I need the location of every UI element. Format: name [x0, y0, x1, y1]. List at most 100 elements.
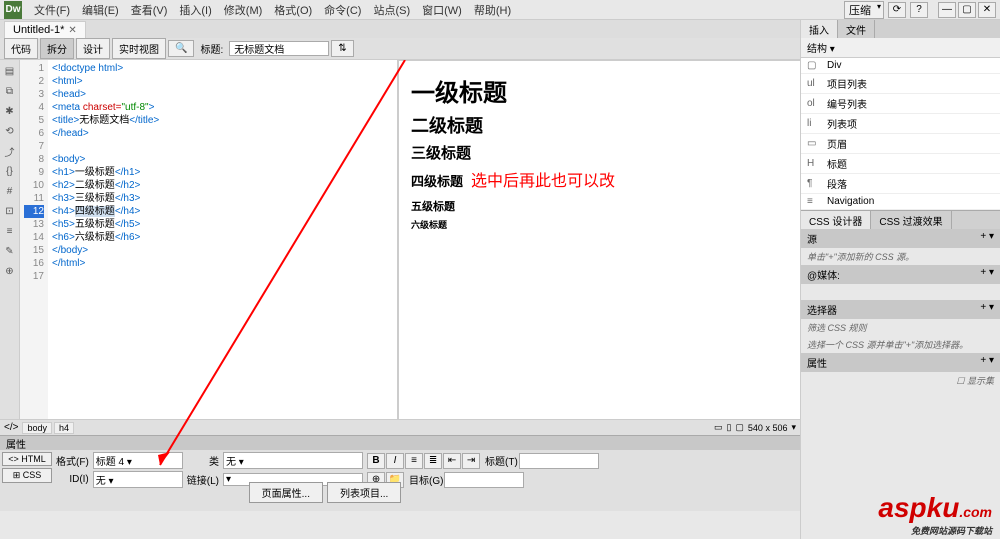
- insert-item[interactable]: li列表项: [801, 114, 1000, 134]
- format-select[interactable]: 标题 4 ▾: [93, 452, 183, 469]
- selector-hint: 选择一个 CSS 源并单击"+"添加选择器。: [801, 336, 1000, 353]
- document-tab[interactable]: Untitled-1* ✕: [4, 21, 86, 38]
- italic-button[interactable]: I: [386, 453, 404, 469]
- layout-dropdown[interactable]: 压缩: [844, 1, 884, 19]
- device-icon[interactable]: ▭: [714, 422, 723, 433]
- outdent-button[interactable]: ⇤: [443, 453, 461, 469]
- ul-button[interactable]: ≡: [405, 453, 423, 469]
- tool-icon[interactable]: ⊕: [3, 264, 17, 278]
- help-icon[interactable]: ?: [910, 2, 928, 18]
- chevron-down-icon[interactable]: ▾: [791, 422, 796, 433]
- watermark-logo: aspku.com 免费网站源码下载站: [878, 492, 992, 537]
- props-css-button[interactable]: ⊞ CSS: [2, 468, 52, 483]
- insert-item-icon: li: [807, 118, 821, 129]
- title-field-input[interactable]: [519, 453, 599, 469]
- menu-item[interactable]: 命令(C): [318, 5, 367, 17]
- menu-item[interactable]: 文件(F): [28, 5, 76, 17]
- add-prop-icon[interactable]: + ▾: [980, 355, 994, 370]
- bold-button[interactable]: B: [367, 453, 385, 469]
- insert-item[interactable]: ¶段落: [801, 174, 1000, 194]
- css-designer-tab[interactable]: CSS 设计器: [801, 211, 871, 229]
- tool-icon[interactable]: #: [3, 184, 17, 198]
- sync-icon[interactable]: ⟳: [888, 2, 906, 18]
- menu-item[interactable]: 格式(O): [268, 5, 318, 17]
- show-set-checkbox[interactable]: ☐ 显示集: [956, 376, 994, 386]
- selector-filter[interactable]: 筛选 CSS 规则: [801, 319, 1000, 336]
- view-split-button[interactable]: 拆分: [40, 38, 74, 59]
- inspect-icon[interactable]: 🔍: [168, 40, 194, 57]
- tag-selector-icon[interactable]: </>: [4, 422, 18, 433]
- tool-icon[interactable]: ✱: [3, 104, 17, 118]
- properties-header: 属性: [0, 436, 800, 450]
- insert-item-icon: ▢: [807, 60, 821, 71]
- properties-panel: 属性 <> HTML ⊞ CSS 格式(F) 标题 4 ▾ 类 无 ▾ B I …: [0, 435, 800, 511]
- insert-item-label: 段落: [827, 176, 847, 191]
- css-transitions-tab[interactable]: CSS 过渡效果: [871, 211, 951, 229]
- menu-item[interactable]: 窗口(W): [416, 5, 468, 17]
- options-icon[interactable]: ⇅: [331, 40, 353, 57]
- view-code-button[interactable]: 代码: [4, 38, 38, 59]
- maximize-button[interactable]: ▢: [958, 2, 976, 18]
- insert-item-icon: ≡: [807, 196, 821, 207]
- tool-icon[interactable]: ⧉: [3, 84, 17, 98]
- format-label: 格式(F): [56, 453, 89, 468]
- menu-item[interactable]: 帮助(H): [468, 5, 517, 17]
- insert-item[interactable]: ▭页眉: [801, 134, 1000, 154]
- insert-item-label: 编号列表: [827, 96, 867, 111]
- document-tab-label: Untitled-1*: [13, 24, 64, 36]
- view-live-button[interactable]: 实时视图: [112, 38, 166, 59]
- viewport-size: 540 x 506: [748, 423, 788, 433]
- files-panel-tab[interactable]: 文件: [838, 20, 875, 38]
- add-selector-icon[interactable]: + ▾: [980, 302, 994, 317]
- insert-item[interactable]: ▢ Div: [801, 58, 1000, 74]
- indent-button[interactable]: ⇥: [462, 453, 480, 469]
- tool-icon[interactable]: ⊡: [3, 204, 17, 218]
- code-editor-panel[interactable]: 1234567891011121314151617 <!doctype html…: [20, 60, 398, 434]
- insert-item[interactable]: ul项目列表: [801, 74, 1000, 94]
- ol-button[interactable]: ≣: [424, 453, 442, 469]
- view-design-button[interactable]: 设计: [76, 38, 110, 59]
- tool-icon[interactable]: ⟲: [3, 124, 17, 138]
- source-hint: 单击"+"添加新的 CSS 源。: [801, 248, 1000, 265]
- menu-item[interactable]: 修改(M): [218, 5, 269, 17]
- menu-item[interactable]: 查看(V): [125, 5, 174, 17]
- insert-item-label: 项目列表: [827, 76, 867, 91]
- close-button[interactable]: ✕: [978, 2, 996, 18]
- tool-icon[interactable]: {}: [3, 164, 17, 178]
- insert-item-label: Div: [827, 60, 841, 71]
- selector-header: 选择器: [807, 302, 837, 317]
- insert-item[interactable]: ol编号列表: [801, 94, 1000, 114]
- code-tools-sidebar: ▤ ⧉ ✱ ⟲ ⤴ {} # ⊡ ≡ ✎ ⊕: [0, 60, 20, 434]
- device-icon[interactable]: ▢: [735, 422, 744, 433]
- insert-item[interactable]: ≡Navigation: [801, 194, 1000, 210]
- add-source-icon[interactable]: + ▾: [980, 231, 994, 246]
- close-tab-icon[interactable]: ✕: [68, 25, 76, 36]
- menu-item[interactable]: 插入(I): [173, 5, 217, 17]
- target-input[interactable]: [444, 472, 524, 488]
- breadcrumb-item[interactable]: body: [22, 422, 52, 434]
- breadcrumb-item[interactable]: h4: [54, 422, 74, 434]
- tool-icon[interactable]: ✎: [3, 244, 17, 258]
- minimize-button[interactable]: —: [938, 2, 956, 18]
- tool-icon[interactable]: ≡: [3, 224, 17, 238]
- tool-icon[interactable]: ⤴: [3, 144, 17, 158]
- page-properties-button[interactable]: 页面属性...: [249, 482, 323, 503]
- tool-icon[interactable]: ▤: [3, 64, 17, 78]
- props-html-button[interactable]: <> HTML: [2, 452, 52, 466]
- list-item-button[interactable]: 列表项目...: [327, 482, 401, 503]
- menu-item[interactable]: 编辑(E): [76, 5, 125, 17]
- add-media-icon[interactable]: + ▾: [980, 267, 994, 282]
- menu-item[interactable]: 站点(S): [367, 5, 416, 17]
- class-label: 类: [187, 453, 219, 468]
- code-content[interactable]: <!doctype html><html><head><meta charset…: [48, 60, 397, 434]
- id-select[interactable]: 无 ▾: [93, 471, 183, 488]
- insert-item-icon: ▭: [807, 138, 821, 149]
- insert-panel-tab[interactable]: 插入: [801, 20, 838, 38]
- insert-item[interactable]: H标题: [801, 154, 1000, 174]
- insert-category-dropdown[interactable]: 结构 ▾: [807, 40, 835, 55]
- device-icon[interactable]: ▯: [726, 422, 731, 433]
- document-title-input[interactable]: [229, 41, 329, 56]
- class-select[interactable]: 无 ▾: [223, 452, 363, 469]
- preview-h4[interactable]: 四级标题: [411, 171, 463, 190]
- id-label: ID(I): [56, 474, 89, 485]
